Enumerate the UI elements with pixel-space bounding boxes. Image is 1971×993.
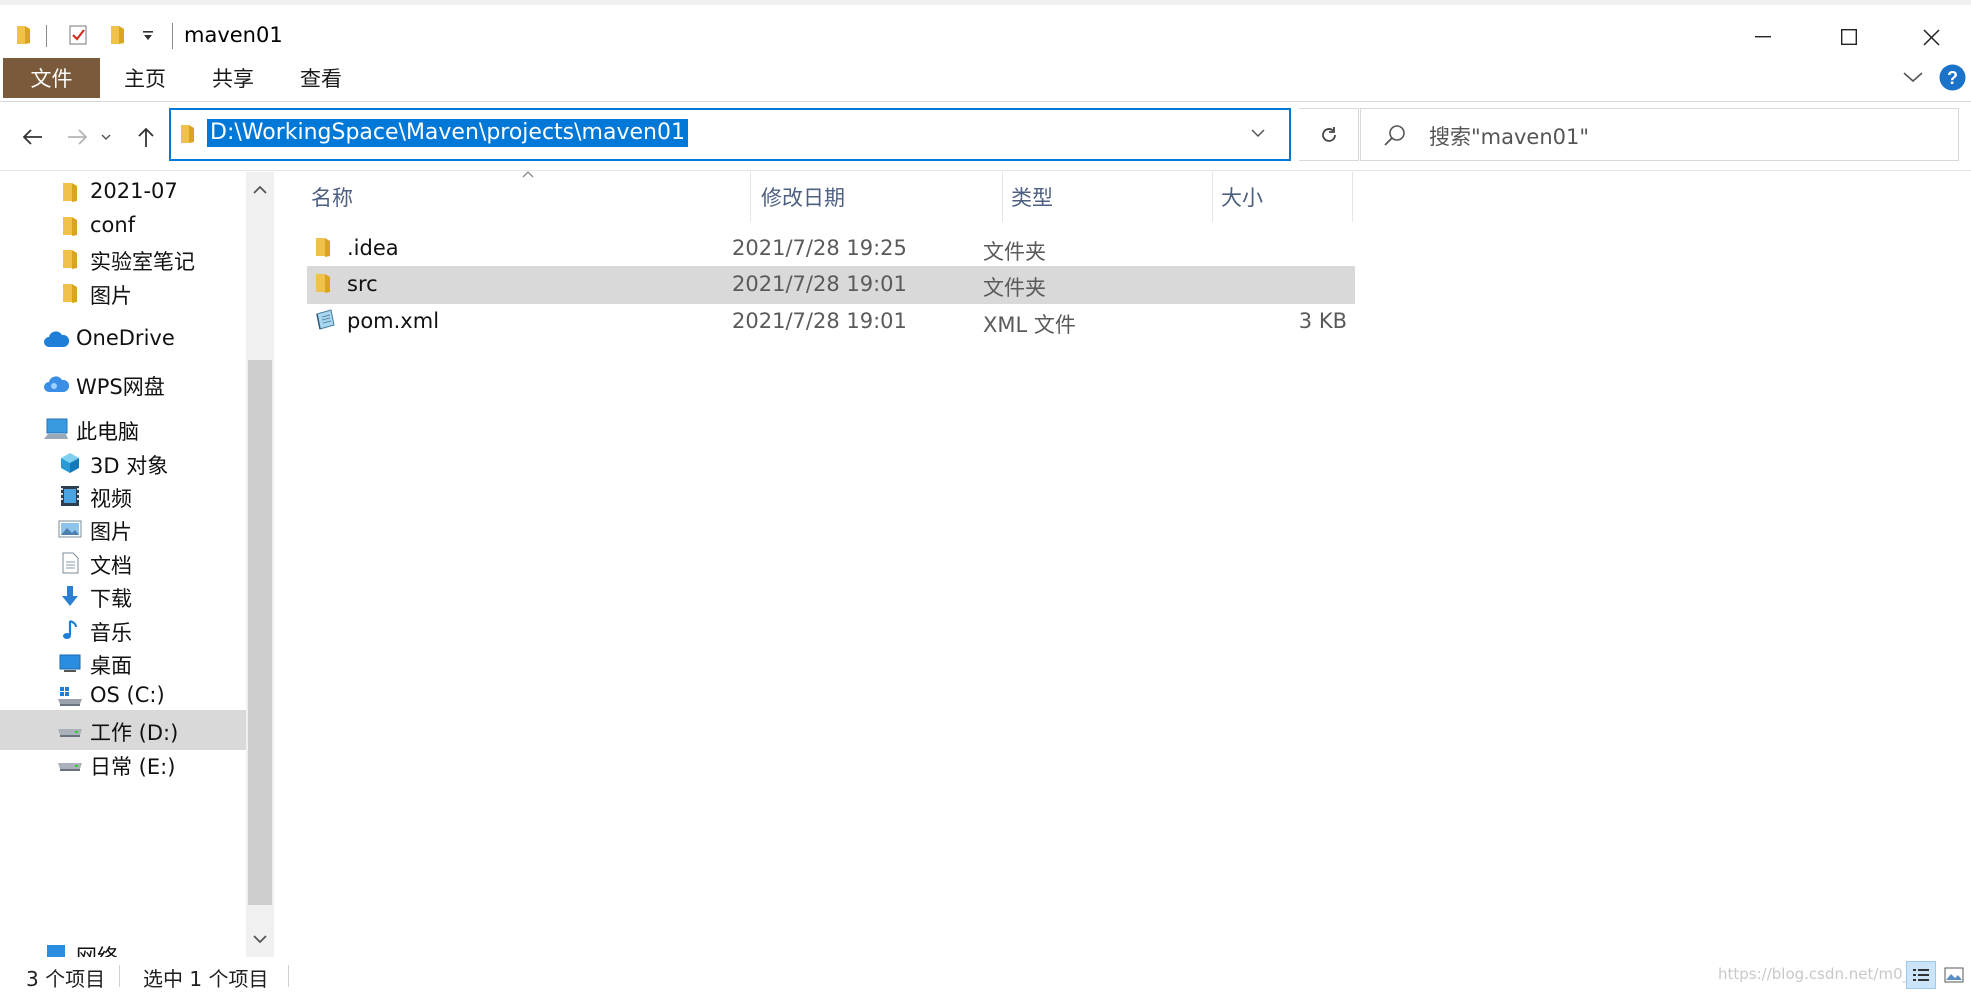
- network-icon: [42, 940, 70, 958]
- title-bar: maven01: [0, 0, 1971, 64]
- status-bar: 3 个项目 选中 1 个项目 https://blog.csdn.net/m0_: [0, 957, 1971, 993]
- file-row[interactable]: src 2021/7/28 19:01 文件夹: [307, 266, 1355, 304]
- up-button[interactable]: [128, 119, 164, 155]
- new-folder-icon[interactable]: [108, 24, 128, 46]
- 3d-objects-icon: [56, 449, 84, 477]
- tab-share[interactable]: 共享: [198, 58, 268, 98]
- tab-view[interactable]: 查看: [286, 58, 356, 98]
- watermark: https://blog.csdn.net/m0_: [1718, 965, 1911, 983]
- recent-locations-dropdown[interactable]: [96, 119, 116, 155]
- sidebar-item-label: conf: [90, 213, 136, 237]
- sidebar-item[interactable]: WPS网盘: [0, 364, 246, 404]
- properties-check-icon[interactable]: [68, 24, 88, 46]
- sidebar-item-label: OneDrive: [76, 326, 175, 350]
- file-name: pom.xml: [347, 309, 440, 333]
- os-drive-icon: [56, 682, 84, 710]
- onedrive-cloud-icon: [42, 325, 70, 353]
- desktop-icon: [56, 649, 84, 677]
- search-icon: [1383, 123, 1407, 147]
- folder-icon: [14, 24, 34, 46]
- sidebar-item-label: 图片: [90, 284, 132, 308]
- file-row[interactable]: pom.xml 2021/7/28 19:01 XML 文件 3 KB: [307, 303, 1355, 341]
- sidebar-item-label: 日常 (E:): [90, 755, 176, 779]
- file-list: 名称 修改日期 类型 大小 .idea 2021/7/28 19:25 文件夹 src…: [275, 171, 1971, 957]
- column-header-size[interactable]: 大小: [1213, 172, 1353, 222]
- folder-icon: [313, 235, 333, 259]
- sidebar-item-label: 下载: [90, 587, 132, 611]
- details-view-button[interactable]: [1906, 961, 1936, 989]
- window-title: maven01: [184, 23, 283, 47]
- videos-icon: [56, 482, 84, 510]
- tab-home[interactable]: 主页: [110, 58, 180, 98]
- drive-icon: [56, 750, 84, 778]
- sidebar-item-label: 2021-07: [90, 179, 178, 203]
- help-icon[interactable]: ?: [1939, 64, 1966, 91]
- sidebar-item-label: WPS网盘: [76, 375, 165, 399]
- folder-icon: [56, 245, 84, 273]
- expand-ribbon-icon[interactable]: [1902, 70, 1924, 84]
- large-icons-view-button[interactable]: [1939, 961, 1969, 989]
- ribbon: 文件 主页 共享 查看 ?: [0, 56, 1971, 102]
- sidebar-item[interactable]: 网络: [0, 934, 246, 958]
- address-dropdown-icon[interactable]: [1251, 128, 1265, 138]
- xml-file-icon: [313, 308, 337, 332]
- downloads-icon: [56, 582, 84, 610]
- back-button[interactable]: [14, 119, 50, 155]
- file-date: 2021/7/28 19:25: [732, 236, 907, 260]
- customize-dropdown-icon[interactable]: [141, 29, 155, 43]
- folder-icon: [56, 212, 84, 240]
- file-type: 文件夹: [983, 276, 1046, 300]
- file-type: 文件夹: [983, 240, 1046, 264]
- drive-icon: [56, 716, 84, 744]
- svg-text:?: ?: [1947, 68, 1958, 88]
- scrollbar-thumb[interactable]: [248, 360, 272, 905]
- folder-icon: [56, 178, 84, 206]
- folder-icon: [313, 271, 333, 295]
- search-input[interactable]: 搜索"maven01": [1429, 121, 1589, 151]
- music-icon: [56, 616, 84, 644]
- file-type: XML 文件: [983, 313, 1076, 337]
- column-header-date[interactable]: 修改日期: [753, 172, 1003, 222]
- column-header-name[interactable]: 名称: [303, 172, 751, 222]
- pictures-icon: [56, 515, 84, 543]
- navigation-scrollbar[interactable]: [246, 172, 274, 957]
- scroll-up-icon[interactable]: [246, 176, 274, 204]
- address-bar[interactable]: D:\WorkingSpace\Maven\projects\maven01: [169, 108, 1291, 161]
- navigation-pane: 2021-07 conf 实验室笔记 图片 OneDrive WPS网盘 此电脑 3D 对象视…: [0, 172, 275, 958]
- selection-count: 选中 1 个项目: [143, 967, 269, 991]
- file-date: 2021/7/28 19:01: [732, 309, 907, 333]
- sidebar-item-label: 网络: [76, 945, 118, 958]
- address-path[interactable]: D:\WorkingSpace\Maven\projects\maven01: [207, 119, 688, 147]
- sidebar-item[interactable]: 图片: [0, 273, 246, 313]
- scroll-down-icon[interactable]: [246, 925, 274, 953]
- sidebar-item-label: 实验室笔记: [90, 250, 195, 274]
- sidebar-item-label: OS (C:): [90, 683, 165, 707]
- file-date: 2021/7/28 19:01: [732, 272, 907, 296]
- search-box[interactable]: 搜索"maven01": [1360, 108, 1959, 161]
- forward-button[interactable]: [60, 119, 96, 155]
- this-pc-icon: [42, 415, 70, 443]
- file-name: .idea: [347, 236, 399, 260]
- sidebar-item[interactable]: 日常 (E:): [0, 744, 246, 784]
- sidebar-item-label: 工作 (D:): [90, 721, 179, 745]
- sidebar-item[interactable]: OneDrive: [0, 319, 246, 359]
- refresh-button[interactable]: [1299, 108, 1359, 161]
- file-size: 3 KB: [1298, 309, 1347, 333]
- file-row[interactable]: .idea 2021/7/28 19:25 文件夹: [307, 230, 1355, 268]
- wps-cloud-icon: [42, 370, 70, 398]
- file-name: src: [347, 272, 378, 296]
- tab-file[interactable]: 文件: [3, 58, 100, 98]
- folder-icon: [179, 123, 197, 145]
- navigation-bar: D:\WorkingSpace\Maven\projects\maven01 搜…: [0, 103, 1971, 171]
- documents-icon: [56, 549, 84, 577]
- column-header-type[interactable]: 类型: [1003, 172, 1213, 222]
- sidebar-item-label: 图片: [90, 520, 132, 544]
- folder-icon: [56, 279, 84, 307]
- sidebar-item-label: 此电脑: [76, 420, 139, 444]
- item-count: 3 个项目: [26, 967, 106, 991]
